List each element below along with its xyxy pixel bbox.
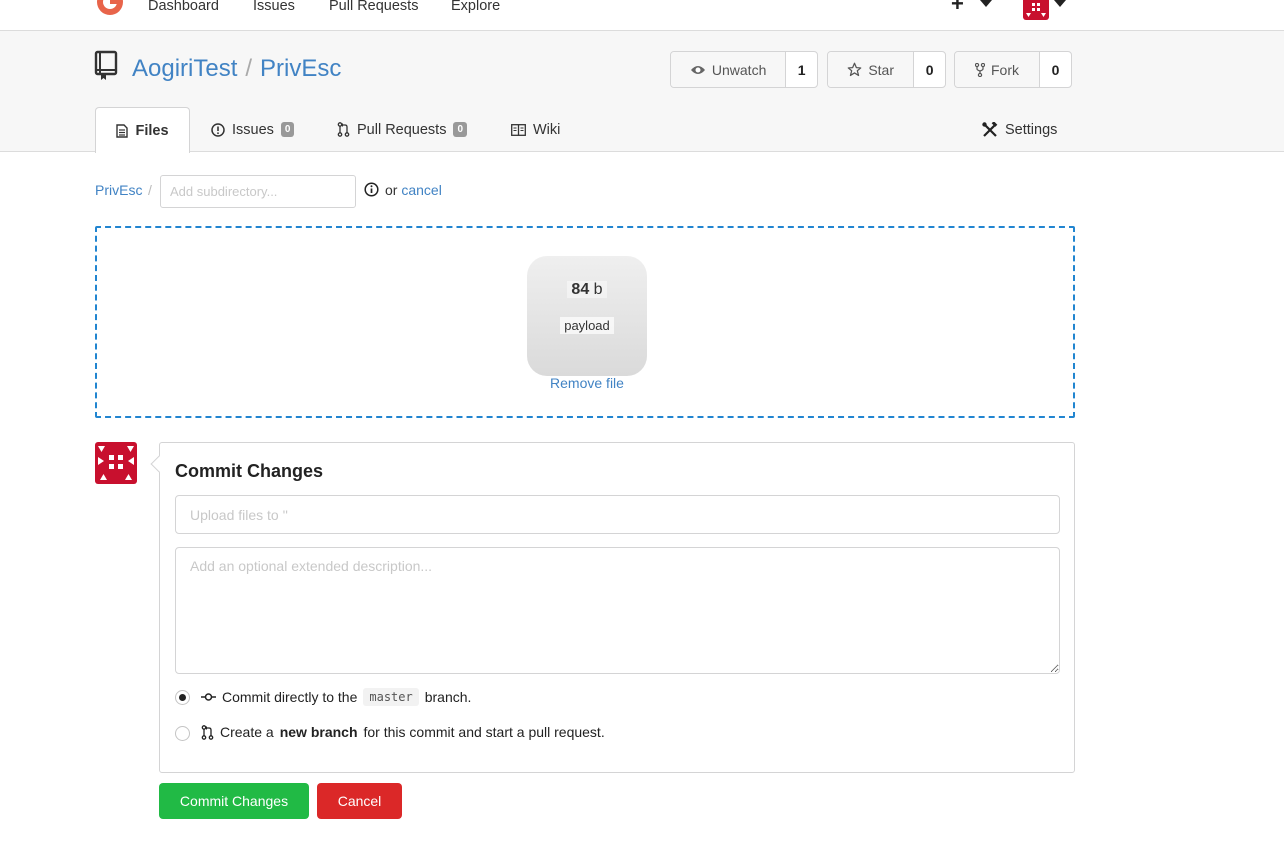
stars-count[interactable]: 0 <box>914 52 945 87</box>
star-label: Star <box>868 61 895 78</box>
fork-button-group: Fork 0 <box>954 51 1072 88</box>
file-preview: 84 b payload <box>527 256 647 376</box>
repo-title: AogiriTest / PrivEsc <box>132 53 341 85</box>
file-size-unit: b <box>593 281 603 298</box>
file-size-value: 84 <box>571 281 590 298</box>
fork-label: Fork <box>991 61 1019 78</box>
nav-issues-link[interactable]: Issues <box>253 0 295 16</box>
cancel-link[interactable]: cancel <box>401 182 441 198</box>
git-pull-request-icon <box>201 724 214 740</box>
repo-title-separator: / <box>245 55 253 82</box>
top-navbar: Dashboard Issues Pull Requests Explore + <box>0 0 1284 31</box>
tab-settings[interactable]: Settings <box>982 107 1057 152</box>
or-cancel-text: or cancel <box>385 182 442 198</box>
commit-form: Commit Changes Commit directly to the ma… <box>150 442 1075 773</box>
commit-form-pointer <box>150 455 168 473</box>
create-new-button[interactable]: + <box>951 0 964 15</box>
tab-pull-requests-label: Pull Requests <box>357 121 447 138</box>
info-icon[interactable] <box>364 182 379 197</box>
book-icon <box>511 123 526 136</box>
commit-summary-input[interactable] <box>175 495 1060 534</box>
gitea-logo-icon[interactable] <box>94 0 126 18</box>
pulls-count-badge: 0 <box>453 122 468 137</box>
user-avatar-menu[interactable] <box>1023 0 1049 20</box>
commit-direct-radio[interactable] <box>175 690 190 705</box>
new-branch-suffix: for this commit and start a pull request… <box>363 724 605 740</box>
file-name: payload <box>527 317 647 334</box>
commit-changes-button[interactable]: Commit Changes <box>159 783 309 819</box>
git-pull-request-icon <box>337 122 350 137</box>
star-button[interactable]: Star <box>828 52 915 87</box>
breadcrumb: PrivEsc / <box>95 182 152 198</box>
new-branch-bold: new branch <box>279 724 358 740</box>
fork-button[interactable]: Fork <box>955 52 1040 87</box>
commit-direct-text: Commit directly to the <box>222 689 358 705</box>
nav-pull-requests-link[interactable]: Pull Requests <box>329 0 418 16</box>
commit-direct-suffix: branch. <box>424 689 472 705</box>
unwatch-button-group: Unwatch 1 <box>670 51 818 88</box>
branch-name: master <box>363 688 419 706</box>
chevron-down-icon[interactable] <box>980 0 992 7</box>
issue-opened-icon <box>211 122 225 137</box>
new-branch-option[interactable]: Create a new branch for this commit and … <box>201 724 605 740</box>
repo-book-icon <box>94 50 120 82</box>
forks-count[interactable]: 0 <box>1040 52 1071 87</box>
nav-explore-link[interactable]: Explore <box>451 0 500 16</box>
tab-issues[interactable]: Issues 0 <box>211 107 295 152</box>
unwatch-button[interactable]: Unwatch <box>671 52 787 87</box>
commit-form-title: Commit Changes <box>175 461 324 481</box>
fork-icon <box>975 62 985 77</box>
eye-icon <box>690 64 706 76</box>
unwatch-label: Unwatch <box>711 61 767 78</box>
new-branch-radio[interactable] <box>175 726 190 741</box>
star-button-group: Star 0 <box>827 51 946 88</box>
cancel-button[interactable]: Cancel <box>317 783 402 819</box>
file-size: 84 b <box>527 281 647 299</box>
repo-owner-link[interactable]: AogiriTest <box>132 55 237 82</box>
avatar <box>95 442 137 484</box>
tools-icon <box>982 121 998 138</box>
subdirectory-input[interactable] <box>160 175 356 208</box>
new-branch-prefix: Create a <box>220 724 274 740</box>
tab-files[interactable]: Files <box>95 107 190 153</box>
star-icon <box>847 62 862 77</box>
commit-description-textarea[interactable] <box>175 547 1060 674</box>
tab-wiki[interactable]: Wiki <box>511 107 560 152</box>
commit-direct-option[interactable]: Commit directly to the master branch. <box>201 688 471 706</box>
remove-file-link[interactable]: Remove file <box>527 375 647 391</box>
tab-settings-label: Settings <box>1005 121 1058 138</box>
nav-dashboard-link[interactable]: Dashboard <box>148 0 219 16</box>
git-commit-icon <box>201 692 216 702</box>
breadcrumb-repo-link[interactable]: PrivEsc <box>95 182 142 198</box>
file-text-icon <box>116 123 129 138</box>
file-dropzone[interactable]: 84 b payload Remove file <box>95 226 1075 418</box>
tab-pull-requests[interactable]: Pull Requests 0 <box>337 107 468 152</box>
chevron-down-icon[interactable] <box>1054 0 1066 7</box>
breadcrumb-separator: / <box>148 182 152 198</box>
issues-count-badge: 0 <box>280 122 295 137</box>
or-label: or <box>385 182 398 198</box>
tab-issues-label: Issues <box>232 121 274 138</box>
watchers-count[interactable]: 1 <box>786 52 817 87</box>
tab-files-label: Files <box>135 122 169 139</box>
repo-name-link[interactable]: PrivEsc <box>260 55 341 82</box>
tab-wiki-label: Wiki <box>533 121 561 138</box>
repo-header: AogiriTest / PrivEsc Unwatch 1 Star 0 Fork… <box>0 31 1284 153</box>
file-name-label: payload <box>560 317 614 334</box>
